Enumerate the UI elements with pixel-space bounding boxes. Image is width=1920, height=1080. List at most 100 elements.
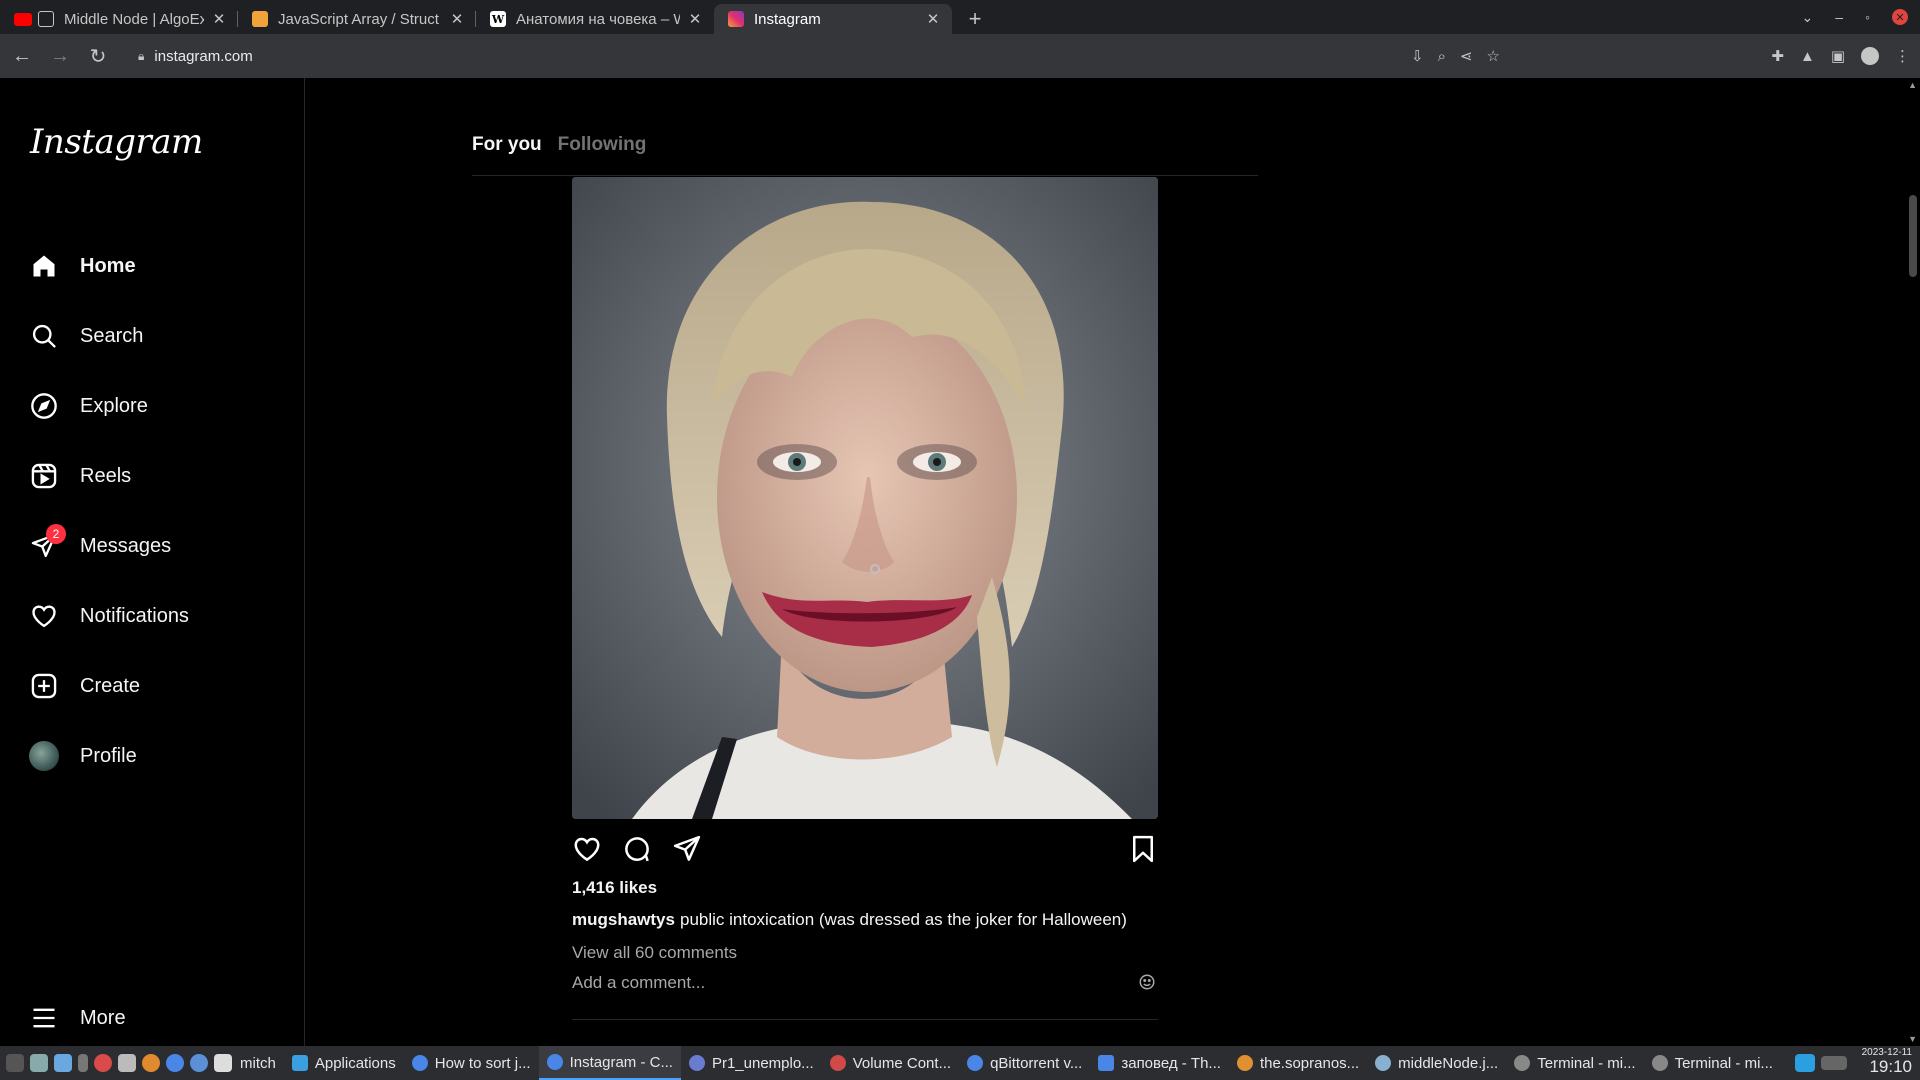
nav-create[interactable]: Create — [28, 658, 290, 714]
nav-reels[interactable]: Reels — [28, 448, 290, 504]
taskbar-task[interactable]: Volume Cont... — [822, 1046, 959, 1080]
post-username[interactable]: mugshawtys — [572, 910, 675, 929]
heart-icon — [28, 600, 60, 632]
side-panel-icon[interactable]: ▣ — [1831, 47, 1845, 65]
system-taskbar: mitch Applications How to sort j... Inst… — [0, 1046, 1920, 1080]
nav-more[interactable]: More — [28, 990, 290, 1046]
restore-icon[interactable]: ◦ — [1865, 9, 1870, 25]
terminal-icon — [1651, 1055, 1668, 1071]
workspace-switcher-icon[interactable] — [1820, 1056, 1847, 1070]
scroll-down-icon[interactable]: ▼ — [1908, 1034, 1917, 1044]
post-image[interactable] — [572, 177, 1158, 819]
nav-home[interactable]: Home — [28, 238, 290, 294]
view-comments-link[interactable]: View all 60 comments — [572, 943, 737, 963]
nav-notifications[interactable]: Notifications — [28, 588, 290, 644]
url-text: instagram.com — [154, 47, 253, 65]
nav-explore[interactable]: Explore — [28, 378, 290, 434]
instagram-logo[interactable]: Instagram — [30, 122, 203, 162]
comment-placeholder: Add a comment... — [572, 973, 706, 992]
tab-close-icon[interactable]: ✕ — [448, 10, 466, 28]
scrollbar-thumb[interactable] — [1909, 195, 1917, 277]
tab-instagram[interactable]: Instagram ✕ — [714, 4, 952, 34]
toolbar-right: ✚ ▲ ▣ ⋮ — [1771, 34, 1910, 78]
labs-icon[interactable]: ▲ — [1800, 48, 1815, 65]
forward-button[interactable]: → — [44, 40, 76, 72]
add-comment-field[interactable]: Add a comment... — [572, 973, 1158, 999]
taskbar-task[interactable]: Pr1_unemplo... — [681, 1046, 822, 1080]
vlc-icon[interactable] — [142, 1054, 160, 1072]
taskbar-task[interactable]: qBittorrent v... — [959, 1046, 1090, 1080]
comment-icon[interactable] — [622, 834, 654, 866]
chrome-icon — [411, 1055, 428, 1071]
volume-icon — [829, 1055, 846, 1071]
qbittorrent-icon — [967, 1055, 984, 1071]
nav-messages[interactable]: 2 Messages — [28, 518, 290, 574]
share-send-icon[interactable] — [672, 834, 704, 866]
js-icon — [252, 11, 268, 27]
tab-close-icon[interactable]: ✕ — [924, 10, 942, 28]
taskbar-task[interactable]: the.sopranos... — [1229, 1046, 1367, 1080]
qbittorrent-icon[interactable] — [190, 1054, 208, 1072]
lock-icon[interactable]: 🔒︎ — [138, 49, 144, 64]
taskbar-task-active[interactable]: Instagram - C... — [538, 1046, 681, 1080]
image-viewer-icon[interactable] — [214, 1054, 232, 1072]
wikipedia-icon: W — [490, 11, 506, 27]
youtube-icon — [14, 12, 32, 26]
taskbar-task[interactable]: Terminal - mi... — [1506, 1046, 1643, 1080]
tab-search-icon[interactable]: ⌄ — [1802, 9, 1814, 26]
wifi-icon[interactable] — [118, 1054, 136, 1072]
search-icon — [28, 320, 60, 352]
home-icon — [28, 250, 60, 282]
show-desktop-icon[interactable] — [6, 1054, 24, 1072]
bookmark-star-icon[interactable]: ☆ — [1487, 47, 1500, 65]
browser-toolbar: ← → ↻ 🔒︎ instagram.com ⇩ ⌕ ⋖ ☆ ✚ ▲ ▣ ⋮ — [0, 34, 1920, 78]
back-button[interactable]: ← — [6, 40, 38, 72]
tab-wikipedia[interactable]: W Анатомия на човека – W ✕ — [476, 4, 714, 34]
sidebar: Instagram Home Search Explore Reels 2 Me… — [0, 78, 305, 1046]
reload-button[interactable]: ↻ — [82, 40, 114, 72]
file-manager-icon[interactable] — [30, 1054, 48, 1072]
like-heart-icon[interactable] — [572, 834, 604, 866]
tab-for-you[interactable]: For you — [472, 134, 542, 175]
taskbar-task[interactable]: Terminal - mi... — [1644, 1046, 1781, 1080]
tab-close-icon[interactable]: ✕ — [210, 10, 228, 28]
bug-icon[interactable] — [94, 1054, 112, 1072]
document-icon — [688, 1055, 705, 1071]
scroll-up-icon[interactable]: ▲ — [1908, 80, 1917, 90]
tab-following[interactable]: Following — [558, 134, 647, 175]
clock-applet-icon[interactable] — [54, 1054, 72, 1072]
share-icon[interactable]: ⋖ — [1460, 47, 1473, 65]
tab-close-icon[interactable]: ✕ — [686, 10, 704, 28]
close-window-icon[interactable]: ✕ — [1892, 9, 1908, 25]
menu-icon[interactable]: ⋮ — [1895, 47, 1910, 65]
caption-text: public intoxication (was dressed as the … — [679, 910, 1127, 929]
taskbar-task[interactable]: заповед - Th... — [1090, 1046, 1229, 1080]
emoji-icon[interactable] — [1138, 973, 1156, 996]
taskbar-user[interactable]: mitch — [232, 1046, 284, 1080]
new-tab-button[interactable]: + — [960, 4, 990, 34]
post-actions — [572, 834, 1158, 866]
clock[interactable]: 2023-12-11 19:10 — [1852, 1047, 1912, 1076]
applications-icon — [291, 1055, 308, 1071]
nav-profile[interactable]: Profile — [28, 728, 290, 784]
workspace-icon[interactable] — [1794, 1054, 1815, 1072]
taskbar-task[interactable]: Applications — [284, 1046, 404, 1080]
browser-launcher-icon[interactable] — [166, 1054, 184, 1072]
extensions-icon[interactable]: ✚ — [1771, 47, 1784, 65]
zoom-icon[interactable]: ⌕ — [1438, 48, 1446, 65]
messages-icon: 2 — [28, 524, 66, 562]
profile-avatar-icon[interactable] — [1861, 47, 1879, 65]
taskbar-task[interactable]: middleNode.j... — [1367, 1046, 1506, 1080]
browser-tab-strip: Middle Node | AlgoExpert ✕ JavaScript Ar… — [0, 0, 1920, 34]
install-app-icon[interactable]: ⇩ — [1411, 47, 1424, 65]
tab-javascript-array[interactable]: JavaScript Array / Struct ✕ — [238, 4, 476, 34]
save-bookmark-icon[interactable] — [1128, 834, 1160, 866]
vlc-icon — [1236, 1055, 1253, 1071]
taskbar-task[interactable]: How to sort j... — [404, 1046, 539, 1080]
bluetooth-icon[interactable] — [78, 1054, 88, 1072]
nav-search[interactable]: Search — [28, 308, 290, 364]
minimize-icon[interactable]: – — [1835, 9, 1843, 25]
likes-count[interactable]: 1,416 likes — [572, 878, 657, 898]
page-scrollbar[interactable]: ▲ ▼ — [1906, 78, 1920, 1046]
tab-algoexpert[interactable]: Middle Node | AlgoExpert ✕ — [0, 4, 238, 34]
